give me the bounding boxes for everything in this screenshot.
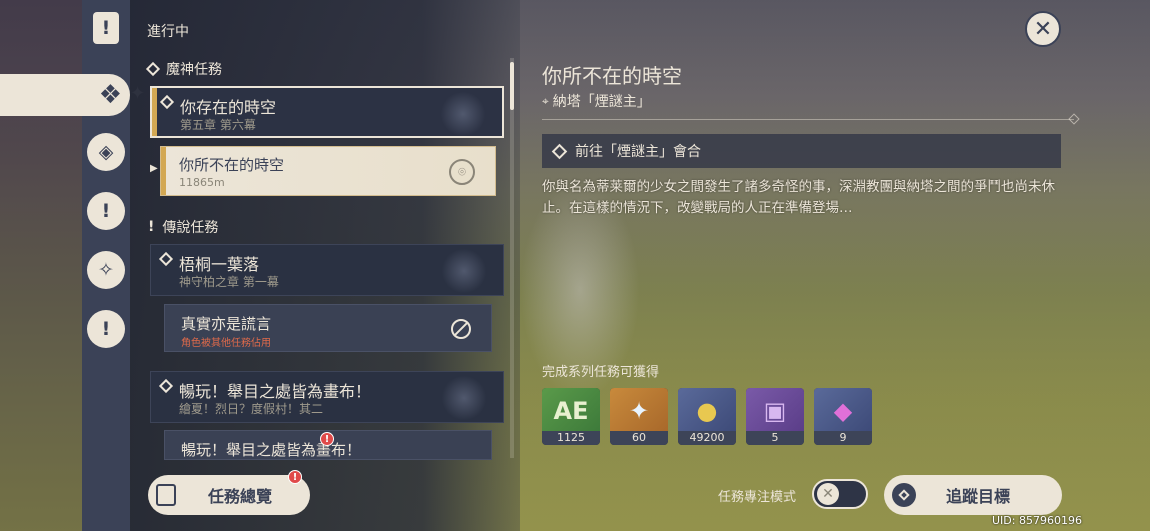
event-quest-icon[interactable]: ! — [87, 310, 125, 348]
blocked-icon — [451, 319, 471, 339]
quest-card[interactable]: 暢玩！舉目之處皆為畫布！ 繪夏！烈日？度假村！其二 — [150, 371, 504, 423]
quest-subtitle: 繪夏！烈日？度假村！其二 — [179, 402, 324, 416]
rewards-label: 完成系列任務可獲得 — [542, 365, 660, 380]
reward-item[interactable]: ● 49200 — [678, 388, 736, 445]
uid-label: UID: 857960196 — [992, 514, 1082, 527]
overview-alert-badge: ! — [288, 470, 302, 484]
quest-title: 你存在的時空 — [180, 98, 277, 117]
quest-title: 梧桐一葉落 — [179, 255, 260, 274]
reward-count: 60 — [610, 431, 668, 445]
quest-description: 你與名為蒂莱爾的少女之間發生了諸多奇怪的事，深淵教團與納塔之間的爭鬥也尚未休止。… — [542, 179, 1055, 216]
focus-mode-label: 任務專注模式 — [718, 490, 797, 505]
section-archon-label: 魔神任務 — [166, 62, 222, 78]
sub-quest-distance: 11865m — [179, 176, 225, 189]
close-icon: ✕ — [1033, 16, 1053, 42]
divider-ornament — [1068, 113, 1080, 125]
archon-quest-icon: ❖ — [98, 80, 122, 110]
category-archon-selected[interactable]: ❖ — [0, 74, 130, 116]
list-icon — [156, 484, 176, 506]
world-quest-icon[interactable]: ! — [87, 192, 125, 230]
section-legend: ! 傳說任務 — [148, 217, 218, 237]
sub-quest-accent — [161, 147, 166, 195]
occupied-warning: 角色被其他任務佔用 — [181, 338, 271, 349]
quest-overview-button[interactable]: 任務總覽 — [148, 475, 310, 515]
quest-card[interactable]: 你存在的時空 第五章 第六幕 — [150, 86, 504, 138]
diamond-icon — [159, 94, 175, 110]
track-icon — [892, 483, 916, 507]
focus-mode-toggle[interactable]: ✕ — [812, 479, 868, 509]
enhancement-ore-icon: ◆ — [814, 388, 872, 433]
archon-section-icon — [145, 61, 161, 77]
sub-quest-title: 你所不在的時空 — [179, 156, 285, 174]
archon-emblem-icon — [440, 92, 486, 136]
adventure-exp-icon: AE — [542, 388, 600, 433]
reward-count: 1125 — [542, 431, 600, 445]
section-legend-label: 傳說任務 — [162, 220, 219, 236]
story-quest-icon[interactable]: ◈ — [87, 133, 125, 171]
selected-arrow-icon: ▶ — [150, 163, 158, 174]
reward-count: 5 — [746, 431, 804, 445]
reward-item[interactable]: ◆ 9 — [814, 388, 872, 445]
reward-count: 9 — [814, 431, 872, 445]
reward-count: 49200 — [678, 431, 736, 445]
quest-overview-label: 任務總覽 — [208, 487, 273, 506]
progress-bar-accent — [152, 88, 157, 136]
quest-subtitle: 第五章 第六幕 — [180, 118, 256, 132]
sub-quest-card[interactable]: 你所不在的時空 11865m ⌾ — [160, 146, 496, 196]
sub-quest-title: 暢玩！舉目之處皆為畫布！ — [181, 441, 362, 459]
section-archon: 魔神任務 — [145, 59, 222, 79]
legend-emblem-icon — [441, 249, 487, 293]
detail-location: ⌖ 納塔「煙謎主」 — [542, 91, 651, 111]
close-button[interactable]: ✕ — [1025, 11, 1061, 47]
track-target-label: 追蹤目標 — [946, 487, 1011, 506]
toggle-off-icon: ✕ — [817, 483, 839, 505]
scrollbar-track[interactable] — [510, 58, 514, 458]
commission-icon[interactable]: ✧ — [87, 251, 125, 289]
track-target-button[interactable]: 追蹤目標 — [884, 475, 1062, 515]
reward-item[interactable]: ✦ 60 — [610, 388, 668, 445]
sub-quest-title: 真實亦是謊言 — [181, 315, 272, 333]
quest-title: 暢玩！舉目之處皆為畫布！ — [179, 382, 372, 401]
diamond-icon — [158, 378, 174, 394]
event-emblem-icon — [441, 376, 487, 420]
location-icon: ⌖ — [542, 93, 549, 108]
quest-subtitle: 神守柏之章 第一幕 — [179, 275, 279, 289]
primogem-icon: ✦ — [610, 388, 668, 433]
heros-wit-icon: ▣ — [746, 388, 804, 433]
sub-quest-card[interactable]: 真實亦是謊言 角色被其他任務佔用 — [164, 304, 492, 352]
location-pin-icon[interactable]: ⌾ — [449, 159, 475, 185]
divider — [542, 119, 1074, 120]
diamond-icon — [158, 251, 174, 267]
legend-section-icon: ! — [148, 219, 155, 235]
reward-item[interactable]: AE 1125 — [542, 388, 600, 445]
detail-location-label: 納塔「煙謎主」 — [552, 94, 651, 110]
bookmark-icon[interactable]: ! — [93, 12, 119, 44]
reward-item[interactable]: ▣ 5 — [746, 388, 804, 445]
alert-badge: ! — [320, 432, 334, 446]
objective-bar: 前往「煙謎主」會合 — [542, 134, 1061, 168]
quest-card[interactable]: 梧桐一葉落 神守柏之章 第一幕 — [150, 244, 504, 296]
objective-text: 前往「煙謎主」會合 — [575, 144, 701, 160]
mora-icon: ● — [678, 388, 736, 433]
scrollbar-thumb[interactable] — [510, 62, 514, 110]
objective-icon — [551, 143, 568, 159]
in-progress-label: 進行中 — [147, 24, 189, 40]
detail-title: 你所不在的時空 — [542, 64, 682, 88]
